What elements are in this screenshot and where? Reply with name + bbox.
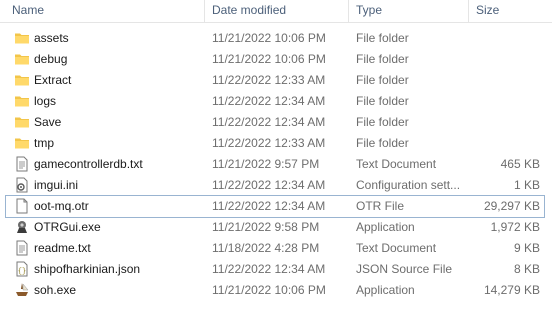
svg-text:{}: {}: [18, 268, 26, 276]
file-type: JSON Source File: [356, 262, 453, 276]
soh-app-icon: [14, 282, 30, 298]
file-type: File folder: [356, 136, 409, 150]
file-date-modified: 11/22/2022 12:34 AM: [212, 262, 326, 276]
json-file-icon: {}: [14, 261, 30, 277]
file-name: Save: [34, 115, 62, 129]
text-file-icon: [14, 240, 30, 256]
folder-icon: [14, 72, 30, 88]
column-header-size[interactable]: Size: [476, 3, 499, 17]
file-date-modified: 11/22/2022 12:34 AM: [212, 115, 326, 129]
folder-icon: [14, 114, 30, 130]
file-name: Extract: [34, 73, 72, 87]
blank-file-icon: [14, 198, 30, 214]
otrgui-app-icon: [14, 219, 30, 235]
file-date-modified: 11/22/2022 12:34 AM: [212, 199, 326, 213]
file-size: 465 KB: [500, 157, 540, 171]
file-date-modified: 11/18/2022 4:28 PM: [212, 241, 320, 255]
file-type: Text Document: [356, 241, 437, 255]
file-type: File folder: [356, 52, 409, 66]
file-type: File folder: [356, 73, 409, 87]
file-date-modified: 11/21/2022 9:58 PM: [212, 220, 320, 234]
column-header-type[interactable]: Type: [356, 3, 382, 17]
file-row[interactable]: logs 11/22/2022 12:34 AM File folder: [6, 91, 544, 112]
folder-icon: [14, 135, 30, 151]
file-name: soh.exe: [34, 283, 77, 297]
file-name: logs: [34, 94, 57, 108]
column-divider[interactable]: [348, 0, 349, 22]
file-date-modified: 11/21/2022 10:06 PM: [212, 31, 326, 45]
file-size: 1 KB: [513, 178, 540, 192]
text-file-icon: [14, 156, 30, 172]
file-row[interactable]: debug 11/21/2022 10:06 PM File folder: [6, 49, 544, 70]
file-type: Application: [356, 283, 415, 297]
file-row[interactable]: imgui.ini 11/22/2022 12:34 AM Configuratio…: [6, 175, 544, 196]
file-row[interactable]: Extract 11/22/2022 12:33 AM File folder: [6, 70, 544, 91]
file-type: Configuration sett...: [356, 178, 461, 192]
file-name: imgui.ini: [34, 178, 79, 192]
file-type: Application: [356, 220, 415, 234]
file-row[interactable]: Save 11/22/2022 12:34 AM File folder: [6, 112, 544, 133]
folder-icon: [14, 93, 30, 109]
file-type: File folder: [356, 94, 409, 108]
config-file-icon: [14, 177, 30, 193]
file-name: debug: [34, 52, 68, 66]
file-type: File folder: [356, 115, 409, 129]
file-row[interactable]: soh.exe 11/21/2022 10:06 PM Application 14,…: [6, 280, 544, 301]
file-date-modified: 11/22/2022 12:34 AM: [212, 178, 326, 192]
file-name: tmp: [34, 136, 55, 150]
column-divider[interactable]: [468, 0, 469, 22]
file-size: 1,972 KB: [490, 220, 540, 234]
file-row[interactable]: {} shipofharkinian.json 11/22/2022 12:34 A…: [6, 259, 544, 280]
file-name: OTRGui.exe: [34, 220, 101, 234]
file-type: File folder: [356, 31, 409, 45]
file-name: oot-mq.otr: [34, 199, 89, 213]
file-date-modified: 11/21/2022 9:57 PM: [212, 157, 320, 171]
column-header-bar: Name Date modified Type Size: [0, 0, 552, 23]
folder-icon: [14, 51, 30, 67]
file-name: shipofharkinian.json: [34, 262, 141, 276]
file-date-modified: 11/22/2022 12:33 AM: [212, 136, 326, 150]
file-size: 8 KB: [513, 262, 540, 276]
file-date-modified: 11/21/2022 10:06 PM: [212, 52, 326, 66]
file-type: OTR File: [356, 199, 404, 213]
file-row[interactable]: assets 11/21/2022 10:06 PM File folder: [6, 28, 544, 49]
file-name: assets: [34, 31, 69, 45]
file-name: readme.txt: [34, 241, 91, 255]
file-row[interactable]: readme.txt 11/18/2022 4:28 PM Text Documen…: [6, 238, 544, 259]
file-name: gamecontrollerdb.txt: [34, 157, 143, 171]
folder-icon: [14, 30, 30, 46]
file-date-modified: 11/22/2022 12:34 AM: [212, 94, 326, 108]
file-size: 9 KB: [513, 241, 540, 255]
file-row[interactable]: oot-mq.otr 11/22/2022 12:34 AM OTR File 29,…: [5, 195, 545, 218]
column-divider[interactable]: [204, 0, 205, 22]
file-type: Text Document: [356, 157, 437, 171]
file-date-modified: 11/22/2022 12:33 AM: [212, 73, 326, 87]
column-header-name[interactable]: Name: [12, 3, 44, 17]
file-row[interactable]: OTRGui.exe 11/21/2022 9:58 PM Application 1…: [6, 217, 544, 238]
file-row[interactable]: gamecontrollerdb.txt 11/21/2022 9:57 PM Te…: [6, 154, 544, 175]
file-size: 29,297 KB: [483, 199, 540, 213]
file-row[interactable]: tmp 11/22/2022 12:33 AM File folder: [6, 133, 544, 154]
file-date-modified: 11/21/2022 10:06 PM: [212, 283, 326, 297]
file-size: 14,279 KB: [483, 283, 540, 297]
column-header-date-modified[interactable]: Date modified: [212, 3, 286, 17]
